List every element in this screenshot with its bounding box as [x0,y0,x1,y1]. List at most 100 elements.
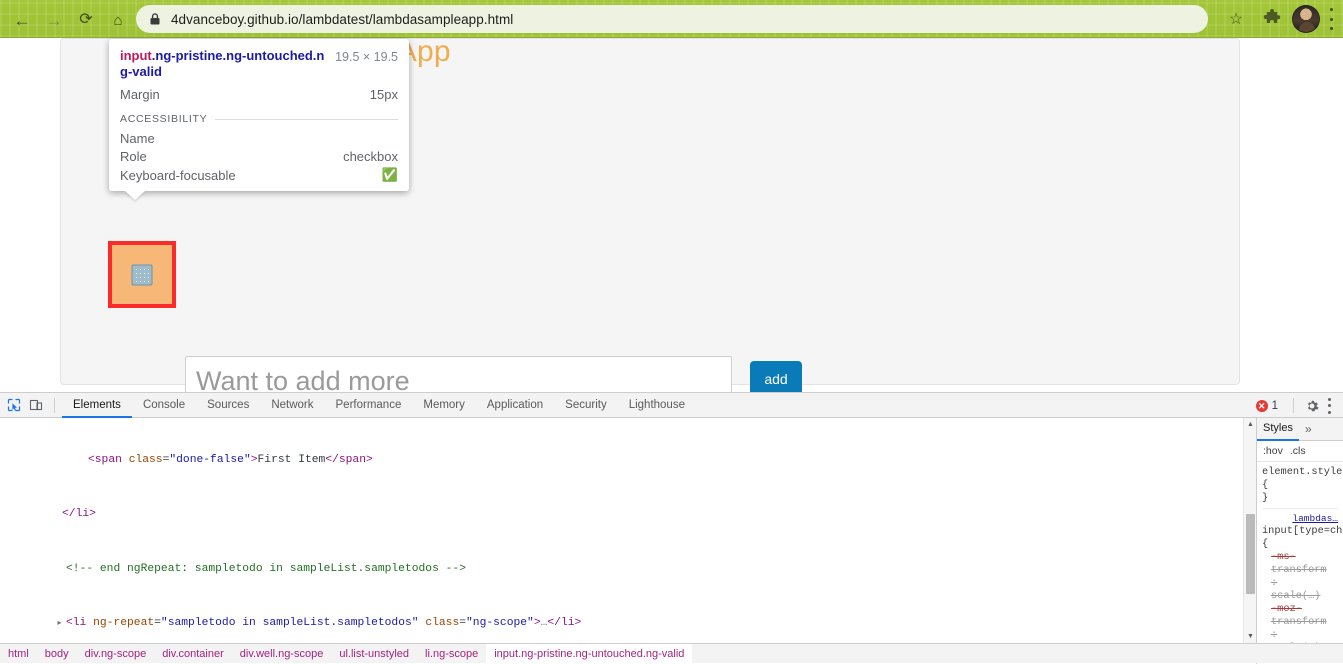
tooltip-margin-value: 15px [370,87,398,102]
reload-button[interactable]: ⟳ [74,8,98,32]
tab-memory[interactable]: Memory [412,393,476,418]
forward-button[interactable]: → [42,8,66,32]
expand-arrow-icon[interactable]: ▸ [55,617,64,631]
add-todo-form: add [185,356,802,392]
reload-icon: ⟳ [79,12,92,28]
tooltip-role-label: Role [120,149,147,164]
prop-prefix: -moz- [1271,603,1302,615]
styles-filter-row: :hov .cls [1257,441,1343,462]
styles-pane-tabs: Styles » [1257,418,1343,441]
avatar[interactable] [1292,5,1320,33]
breadcrumb-html[interactable]: html [0,644,37,664]
tab-elements[interactable]: Elements [62,393,132,418]
breadcrumb: html body div.ng-scope div.container div… [0,643,1343,663]
prop-name: transform [1271,616,1327,628]
new-todo-input[interactable] [185,356,732,392]
tooltip-focusable-label: Keyboard-focusable [120,168,236,183]
device-toolbar-icon[interactable] [25,394,47,416]
error-icon: ✕ [1256,400,1268,412]
prop-value: scale(…) [1271,590,1320,602]
lock-icon [148,12,162,26]
dom-line[interactable]: <span class="done-false">First Item</spa… [0,454,1256,468]
highlighted-checkbox[interactable] [132,264,153,285]
tooltip-margin-row: Margin 15px [120,87,398,102]
devtools-toolbar-right: ✕ 1 [1256,393,1339,418]
breadcrumb-ul[interactable]: ul.list-unstyled [331,644,417,664]
tab-styles[interactable]: Styles [1257,418,1299,441]
breadcrumb-input[interactable]: input.ng-pristine.ng-untouched.ng-valid [486,644,692,664]
back-arrow-icon: ← [14,12,31,29]
rule-selector[interactable]: input[type=checkbox] [1262,525,1338,538]
rule-open-brace: { [1262,538,1338,551]
breadcrumb-div-container[interactable]: div.container [154,644,232,664]
devtools-body: <span class="done-false">First Item</spa… [0,418,1343,664]
puzzle-icon [1262,9,1282,29]
tooltip-role-row: Role checkbox [120,149,398,164]
tooltip-margin-label: Margin [120,87,160,102]
extensions-icon[interactable] [1262,9,1282,29]
devtools-toolbar: Elements Console Sources Network Perform… [0,393,1343,418]
devtools-overflow-icon[interactable] [1328,398,1332,414]
dom-tree-pane[interactable]: <span class="done-false">First Item</spa… [0,418,1256,643]
tooltip-role-value: checkbox [343,149,398,164]
divider [215,119,398,120]
tab-performance[interactable]: Performance [325,393,413,418]
star-glyph: ☆ [1229,11,1243,28]
styles-overflow-icon[interactable]: » [1305,422,1312,436]
add-button[interactable]: add [750,361,802,392]
element-style-rule[interactable]: element.style { [1262,466,1338,492]
tooltip-name-row: Name [120,131,398,146]
style-source-link[interactable]: lambdas… [1262,512,1338,525]
breadcrumb-div-ng-scope[interactable]: div.ng-scope [77,644,155,664]
tooltip-accessibility-body: Name Role checkbox Keyboard-focusable ✅ [120,131,398,183]
style-prop-ms[interactable]: -ms- transform : scale(…) [1262,551,1338,603]
prop-name: transform [1271,564,1327,576]
hov-toggle[interactable]: :hov [1263,445,1283,457]
url-text: 4dvanceboy.github.io/lambdatest/lambdasa… [171,12,513,27]
tab-application[interactable]: Application [476,393,554,418]
tooltip-selector: input.ng-pristine.ng-untouched.ng-valid [120,48,332,79]
breadcrumb-li[interactable]: li.ng-scope [417,644,486,664]
element-highlight-overlay [108,241,176,308]
tab-console[interactable]: Console [132,393,196,418]
scroll-up-icon[interactable]: ▲ [1244,418,1256,431]
devtools-tabs: Elements Console Sources Network Perform… [62,393,696,418]
checkbox-rule: lambdas… input[type=checkbox] { -ms- tra… [1262,508,1338,664]
tooltip-name-label: Name [120,131,155,146]
toolbar-divider [54,398,55,413]
tab-lighthouse[interactable]: Lighthouse [618,393,696,418]
breadcrumb-div-well[interactable]: div.well.ng-scope [232,644,332,664]
tab-network[interactable]: Network [260,393,324,418]
error-badge[interactable]: ✕ 1 [1256,400,1278,412]
toolbar-divider-2 [1293,398,1294,413]
prop-colon: : [1271,629,1277,641]
inspect-element-icon[interactable] [3,394,25,416]
chrome-menu-icon[interactable] [1329,8,1333,30]
error-count: 1 [1272,400,1278,412]
prop-prefix: -ms- [1271,551,1296,563]
home-button[interactable]: ⌂ [106,8,130,32]
scrollbar-thumb[interactable] [1246,514,1255,594]
tab-security[interactable]: Security [554,393,618,418]
address-bar[interactable]: 4dvanceboy.github.io/lambdatest/lambdasa… [136,5,1208,33]
dom-line[interactable]: </li> [0,508,1256,522]
browser-chrome: ← → ⟳ ⌂ 4dvanceboy.github.io/lambdatest/… [0,0,1343,38]
dom-line[interactable]: <!-- end ngRepeat: sampletodo in sampleL… [0,563,1256,577]
dom-line[interactable]: ▸<li ng-repeat="sampletodo in sampleList… [0,617,1256,631]
devtools-panel: Elements Console Sources Network Perform… [0,392,1343,663]
tab-sources[interactable]: Sources [196,393,260,418]
breadcrumb-body[interactable]: body [37,644,77,664]
cls-toggle[interactable]: .cls [1290,445,1306,457]
dom-scrollbar[interactable]: ▲ ▼ [1243,418,1256,643]
gear-icon[interactable] [1301,395,1323,417]
check-circle-icon: ✅ [382,167,398,183]
bookmark-star-icon[interactable]: ☆ [1225,9,1247,31]
tooltip-focusable-row: Keyboard-focusable ✅ [120,167,398,183]
dom-tree: <span class="done-false">First Item</spa… [0,418,1256,643]
tooltip-selector-tag: input [120,48,152,63]
back-button[interactable]: ← [10,8,34,32]
forward-arrow-icon: → [46,12,63,29]
inspect-tooltip: input.ng-pristine.ng-untouched.ng-valid … [109,39,409,191]
scroll-down-icon[interactable]: ▼ [1244,630,1256,643]
tooltip-dimensions: 19.5 × 19.5 [335,48,398,64]
